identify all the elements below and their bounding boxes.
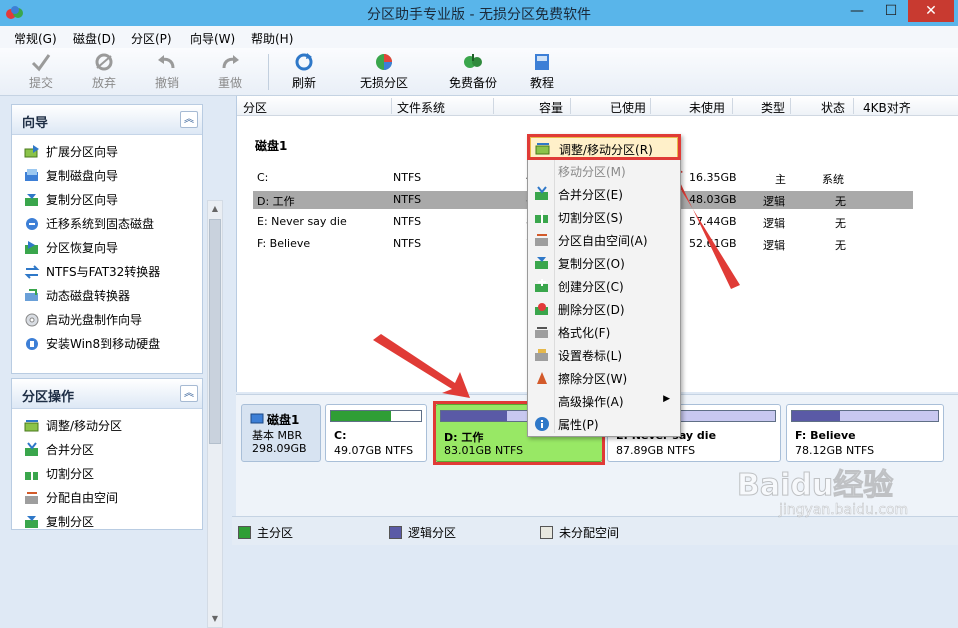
primary-swatch [238, 526, 251, 539]
logical-swatch [389, 526, 402, 539]
merge-icon [535, 186, 548, 200]
watermark-text: Baidu经验 [736, 468, 894, 504]
menu-item-properties[interactable]: 属性(P) [530, 413, 678, 435]
menu-item-label[interactable]: 设置卷标(L) [530, 344, 678, 366]
format-icon [535, 327, 548, 338]
submenu-arrow-icon: ▶ [663, 394, 670, 404]
split-icon [535, 210, 548, 223]
info-icon [535, 417, 549, 431]
menu-item-wipe[interactable]: 擦除分区(W) [530, 367, 678, 389]
menu-item-merge[interactable]: 合并分区(E) [530, 183, 678, 205]
highlight-box-menu [527, 134, 681, 160]
allocate-icon [535, 234, 548, 246]
context-menu: 调整/移动分区(R) 移动分区(M) 合并分区(E) 切割分区(S) 分区自由空… [527, 134, 681, 437]
label-icon [535, 349, 548, 361]
unallocated-swatch [540, 526, 553, 539]
scroll-down-icon[interactable]: ▼ [208, 611, 222, 627]
menu-item-free-space[interactable]: 分区自由空间(A) [530, 229, 678, 251]
copy-partition-icon [535, 257, 548, 269]
menu-item-split[interactable]: 切割分区(S) [530, 206, 678, 228]
menu-item-delete[interactable]: 删除分区(D) [530, 298, 678, 320]
menu-item-copy[interactable]: 复制分区(O) [530, 252, 678, 274]
wipe-icon [537, 372, 547, 384]
menu-item-create[interactable]: 创建分区(C) [530, 275, 678, 297]
baidu-watermark: Baidu经验 jingyan.baidu.com [736, 458, 952, 528]
delete-icon [535, 303, 548, 315]
legend-unallocated: 未分配空间 [540, 524, 619, 541]
menu-item-format[interactable]: 格式化(F) [530, 321, 678, 343]
arrow-to-d-partition [373, 334, 470, 398]
legend-logical: 逻辑分区 [389, 524, 456, 541]
menu-item-advanced[interactable]: 高级操作(A) ▶ [530, 390, 678, 412]
menu-item-move[interactable]: 移动分区(M) [530, 160, 678, 182]
watermark-url: jingyan.baidu.com [779, 502, 909, 519]
legend-primary: 主分区 [238, 524, 293, 541]
create-icon [535, 279, 548, 292]
